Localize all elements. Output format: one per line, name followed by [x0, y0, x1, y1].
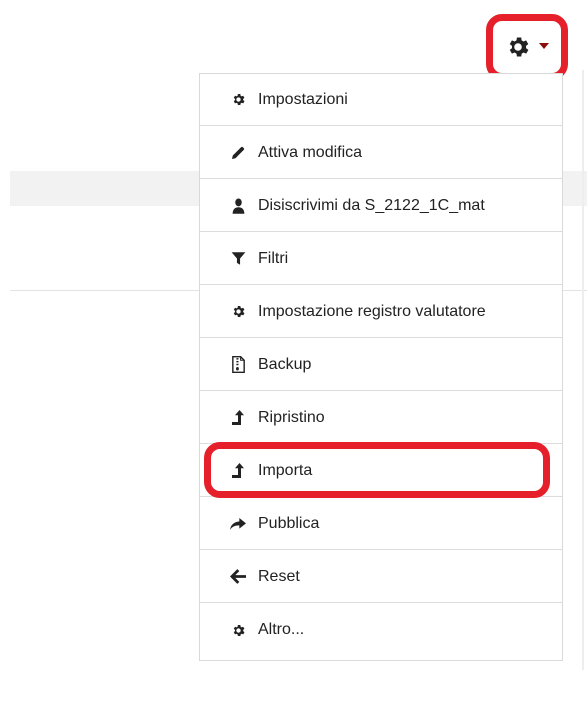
menu-item-importa[interactable]: Importa [200, 445, 562, 497]
user-icon [230, 198, 246, 214]
menu-item-label: Pubblica [258, 514, 320, 532]
page: Impostazioni Attiva modifica Disiscrivim… [0, 0, 587, 703]
menu-item-filtri[interactable]: Filtri [200, 233, 562, 285]
menu-item-label: Altro... [258, 621, 305, 638]
file-archive-icon [230, 356, 246, 373]
arrow-left-icon [230, 569, 246, 585]
menu-item-label: Impostazioni [258, 90, 348, 108]
menu-item-label: Backup [258, 355, 312, 373]
menu-item-pubblica[interactable]: Pubblica [200, 498, 562, 550]
menu-item-attiva-modifica[interactable]: Attiva modifica [200, 127, 562, 179]
menu-item-reset[interactable]: Reset [200, 551, 562, 603]
menu-item-impostazione-registro[interactable]: Impostazione registro valutatore [200, 286, 562, 338]
background-edge [582, 70, 584, 670]
menu-item-label: Filtri [258, 249, 289, 267]
pencil-icon [230, 145, 246, 161]
menu-item-label: Ripristino [258, 408, 325, 426]
gear-icon [230, 304, 246, 320]
filter-icon [230, 251, 246, 267]
menu-item-backup[interactable]: Backup [200, 339, 562, 391]
menu-item-label: Attiva modifica [258, 143, 363, 161]
menu-item-label: Importa [258, 461, 313, 479]
share-arrow-icon [230, 516, 246, 532]
menu-item-impostazioni[interactable]: Impostazioni [200, 74, 562, 126]
menu-item-ripristino[interactable]: Ripristino [200, 392, 562, 444]
settings-dropdown-menu: Impostazioni Attiva modifica Disiscrivim… [199, 73, 563, 661]
menu-item-label: Disiscrivimi da S_2122_1C_mat [258, 196, 485, 214]
menu-item-altro[interactable]: Altro... [200, 604, 562, 656]
gear-icon [505, 34, 531, 60]
gear-icon [230, 622, 246, 638]
upload-arrow-icon [230, 463, 246, 479]
settings-menu-trigger[interactable] [486, 14, 568, 80]
gear-icon [230, 92, 246, 108]
menu-item-label: Reset [258, 567, 300, 585]
caret-down-icon [539, 43, 549, 49]
menu-item-label: Impostazione registro valutatore [258, 302, 486, 320]
menu-item-disiscrivimi[interactable]: Disiscrivimi da S_2122_1C_mat [200, 180, 562, 232]
upload-arrow-icon [230, 410, 246, 426]
